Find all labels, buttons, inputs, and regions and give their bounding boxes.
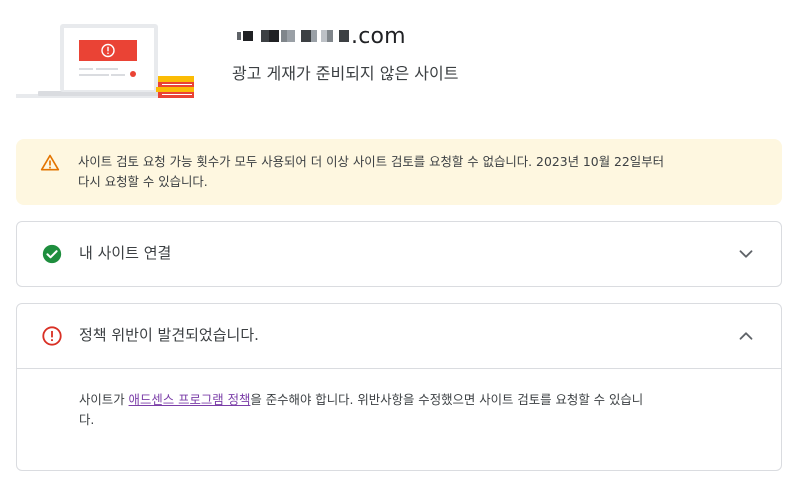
chevron-up-icon[interactable] (735, 325, 757, 347)
review-limit-warning: 사이트 검토 요청 가능 횟수가 모두 사용되어 더 이상 사이트 검토를 요청… (16, 139, 782, 205)
policy-violation-card: 정책 위반이 발견되었습니다. 사이트가 애드센스 프로그램 정책을 준수해야 … (16, 303, 782, 471)
policy-body-rest: 을 준수해야 합니다. 위반사항을 수정했으면 사이트 검토를 요청할 수 있습… (250, 392, 644, 407)
connect-site-title: 내 사이트 연결 (79, 244, 172, 262)
warning-icon (40, 154, 60, 171)
connect-site-card: 내 사이트 연결 (16, 221, 782, 287)
error-circle-icon (42, 326, 62, 346)
policy-violation-title: 정책 위반이 발견되었습니다. (79, 326, 259, 344)
warning-message: 사이트 검토 요청 가능 횟수가 모두 사용되어 더 이상 사이트 검토를 요청… (78, 152, 758, 192)
warning-line-2: 다시 요청할 수 있습니다. (78, 174, 208, 189)
site-header: .com 광고 게재가 준비되지 않은 사이트 (0, 0, 800, 118)
warning-line-1: 사이트 검토 요청 가능 횟수가 모두 사용되어 더 이상 사이트 검토를 요청… (78, 154, 664, 169)
domain-suffix: .com (351, 23, 406, 49)
chevron-down-icon[interactable] (735, 243, 757, 265)
card-divider (17, 368, 781, 369)
site-domain: .com (237, 22, 406, 50)
policy-violation-header[interactable]: 정책 위반이 발견되었습니다. (17, 304, 781, 368)
site-status-text: 광고 게재가 준비되지 않은 사이트 (232, 64, 459, 83)
policy-body-prefix: 사이트가 (79, 392, 129, 407)
connect-site-header[interactable]: 내 사이트 연결 (17, 222, 781, 286)
adsense-policy-link[interactable]: 애드센스 프로그램 정책 (129, 392, 251, 407)
policy-body-line-1: 사이트가 애드센스 프로그램 정책을 준수해야 합니다. 위반사항을 수정했으면… (79, 390, 751, 410)
policy-violation-body: 사이트가 애드센스 프로그램 정책을 준수해야 합니다. 위반사항을 수정했으면… (79, 390, 751, 430)
policy-body-line-2: 다. (79, 412, 95, 427)
check-circle-icon (42, 244, 62, 264)
site-review-page: .com 광고 게재가 준비되지 않은 사이트 사이트 검토 요청 가능 횟수가… (0, 0, 800, 494)
redacted-domain-name (237, 30, 349, 42)
laptop-alert-illustration (16, 24, 194, 98)
